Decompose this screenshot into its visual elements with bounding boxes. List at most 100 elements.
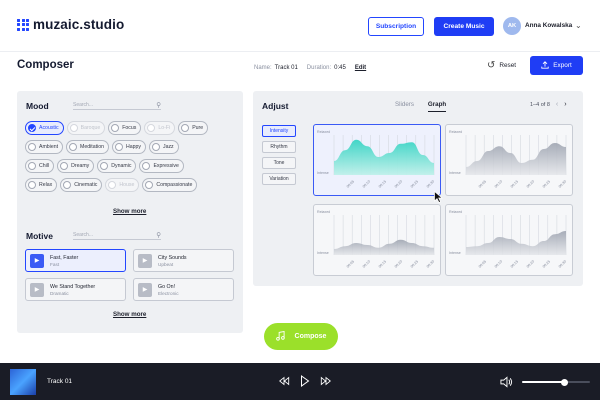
motive-title: Motive (26, 231, 53, 241)
radio-icon (100, 162, 109, 170)
motive-card[interactable]: ▶ We Stand Together Dramatic (25, 278, 126, 301)
reset-label: Reset (499, 62, 517, 69)
graph-bottom-label: Intense (317, 251, 329, 255)
graph-time-label: 00:30 (426, 260, 435, 269)
create-music-button[interactable]: Create Music (434, 17, 494, 36)
graph-time-label: 00:10 (494, 180, 503, 189)
graph-area[interactable] (466, 231, 566, 255)
mood-chip-chill[interactable]: Chill (25, 159, 55, 173)
mood-chip-pure[interactable]: Pure (178, 121, 209, 135)
mood-chip-label: Jazz (162, 144, 174, 150)
mood-title: Mood (26, 101, 49, 111)
play-icon[interactable]: ▶ (138, 253, 152, 268)
logo[interactable]: muzaic.studio (17, 17, 124, 32)
graph-time-label: 00:10 (362, 260, 371, 269)
mood-chip-lo-fi[interactable]: Lo-Fi (144, 121, 176, 135)
motive-card[interactable]: ▶ Fast, Faster Fast (25, 249, 126, 272)
mood-chip-label: Lo-Fi (158, 125, 171, 131)
graph-area[interactable] (466, 143, 566, 175)
play-icon[interactable]: ▶ (30, 253, 44, 268)
play-icon[interactable] (300, 374, 310, 392)
subscription-button[interactable]: Subscription (368, 17, 424, 36)
reset-button[interactable]: ↺ Reset (487, 60, 516, 71)
intensity-graph[interactable]: Relaxed Intense 00:05 00:10 00:15 00:20 00:25 0… (313, 204, 441, 276)
volume-icon[interactable] (500, 375, 513, 393)
volume-slider-fill (522, 381, 565, 383)
motive-show-more-link[interactable]: Show more (113, 311, 146, 318)
mood-chip-label: Expressive (153, 163, 179, 169)
graph-area[interactable] (334, 239, 434, 255)
parameter-tab-variation[interactable]: Variation (262, 173, 296, 185)
graph-canvas[interactable]: Relaxed Intense 00:05 00:10 00:15 00:20 00:25 0… (314, 205, 442, 277)
graph-canvas[interactable]: Relaxed Intense 00:05 00:10 00:15 00:20 00:25 0… (446, 205, 574, 277)
check-icon (28, 124, 36, 132)
mood-chip-dreamy[interactable]: Dreamy (57, 159, 95, 173)
mood-search-placeholder: Search... (73, 101, 94, 108)
mood-chip-focus[interactable]: Focus (108, 121, 142, 135)
mood-chip-relax[interactable]: Relax (25, 178, 58, 192)
mood-show-more-link[interactable]: Show more (113, 208, 146, 215)
graph-top-label: Relaxed (449, 210, 462, 214)
mood-chip-house[interactable]: House (105, 178, 140, 192)
graph-time-label: 00:25 (410, 180, 419, 189)
radio-icon (111, 124, 120, 132)
rewind-icon[interactable] (278, 374, 290, 392)
mood-chip-happy[interactable]: Happy (111, 140, 146, 154)
radio-icon (151, 143, 160, 151)
volume-slider-handle[interactable] (560, 378, 568, 386)
chevron-right-icon[interactable]: › (564, 101, 566, 108)
search-icon: ⚲ (156, 231, 161, 239)
graph-time-label: 00:05 (346, 180, 355, 189)
parameter-tab-tone[interactable]: Tone (262, 157, 296, 169)
graph-area[interactable] (334, 139, 434, 175)
graph-canvas[interactable]: Relaxed Intense 00:05 00:10 00:15 00:20 00:25 0… (314, 125, 442, 197)
fast-forward-icon[interactable] (320, 374, 332, 392)
intensity-graph[interactable]: Relaxed Intense 00:05 00:10 00:15 00:20 00:25 0… (445, 124, 573, 196)
chevron-down-icon[interactable]: ⌄ (575, 21, 582, 30)
user-name[interactable]: Anna Kowalska (525, 22, 572, 29)
motive-search-input[interactable]: Search... ⚲ (73, 230, 161, 240)
mood-chip-label: Happy (125, 144, 141, 150)
tab-sliders[interactable]: Sliders (395, 101, 414, 112)
mood-chip-expressive[interactable]: Expressive (139, 159, 184, 173)
pager: 1–4 of 8 ‹ › (530, 101, 567, 108)
parameter-tab-intensity[interactable]: Intensity (262, 125, 296, 137)
parameter-tab-rhythm[interactable]: Rhythm (262, 141, 296, 153)
mood-chip-cinematic[interactable]: Cinematic (60, 178, 103, 192)
mood-chip-jazz[interactable]: Jazz (148, 140, 179, 154)
intensity-graph[interactable]: Relaxed Intense 00:05 00:10 00:15 00:20 00:25 0… (445, 204, 573, 276)
mood-chip-baroque[interactable]: Baroque (66, 121, 106, 135)
intensity-graph[interactable]: Relaxed Intense 00:05 00:10 00:15 00:20 00:25 0… (313, 124, 441, 196)
mood-search-input[interactable]: Search... ⚲ (73, 100, 161, 110)
motive-name: Fast, Faster (50, 254, 79, 261)
graph-time-label: 00:20 (394, 260, 403, 269)
export-label: Export (553, 62, 572, 69)
motive-card[interactable]: ▶ Go On! Electronic (133, 278, 234, 301)
tab-graph[interactable]: Graph (427, 101, 447, 112)
name-label: Name: (254, 65, 272, 71)
play-icon[interactable]: ▶ (138, 282, 152, 297)
graph-time-label: 00:25 (410, 260, 419, 269)
mood-chip-label: Chill (39, 163, 50, 169)
mood-chip-dynamic[interactable]: Dynamic (97, 159, 137, 173)
export-button[interactable]: Export (530, 56, 583, 75)
compose-button[interactable]: Compose (264, 323, 338, 350)
graph-time-label: 00:20 (394, 180, 403, 189)
mood-chip-ambient[interactable]: Ambient (25, 140, 64, 154)
play-icon[interactable]: ▶ (30, 282, 44, 297)
music-note-icon (275, 330, 285, 343)
mood-chip-compassionate[interactable]: Compassionate (142, 178, 198, 192)
graph-time-label: 00:05 (346, 260, 355, 269)
motive-card[interactable]: ▶ City Sounds Upbeat (133, 249, 234, 272)
mood-chip-acoustic[interactable]: Acoustic (25, 121, 64, 135)
graph-time-label: 00:10 (494, 260, 503, 269)
mood-chip-meditation[interactable]: Meditation (66, 140, 109, 154)
volume-slider[interactable] (522, 378, 590, 386)
graph-canvas[interactable]: Relaxed Intense 00:05 00:10 00:15 00:20 00:25 0… (446, 125, 574, 197)
chevron-left-icon[interactable]: ‹ (556, 101, 558, 108)
graph-time-label: 00:15 (378, 180, 387, 189)
top-nav: muzaic.studio Subscription Create Music … (0, 0, 600, 52)
edit-link[interactable]: Edit (355, 65, 366, 71)
graph-bottom-label: Intense (317, 171, 329, 175)
avatar[interactable]: AK (503, 17, 521, 35)
